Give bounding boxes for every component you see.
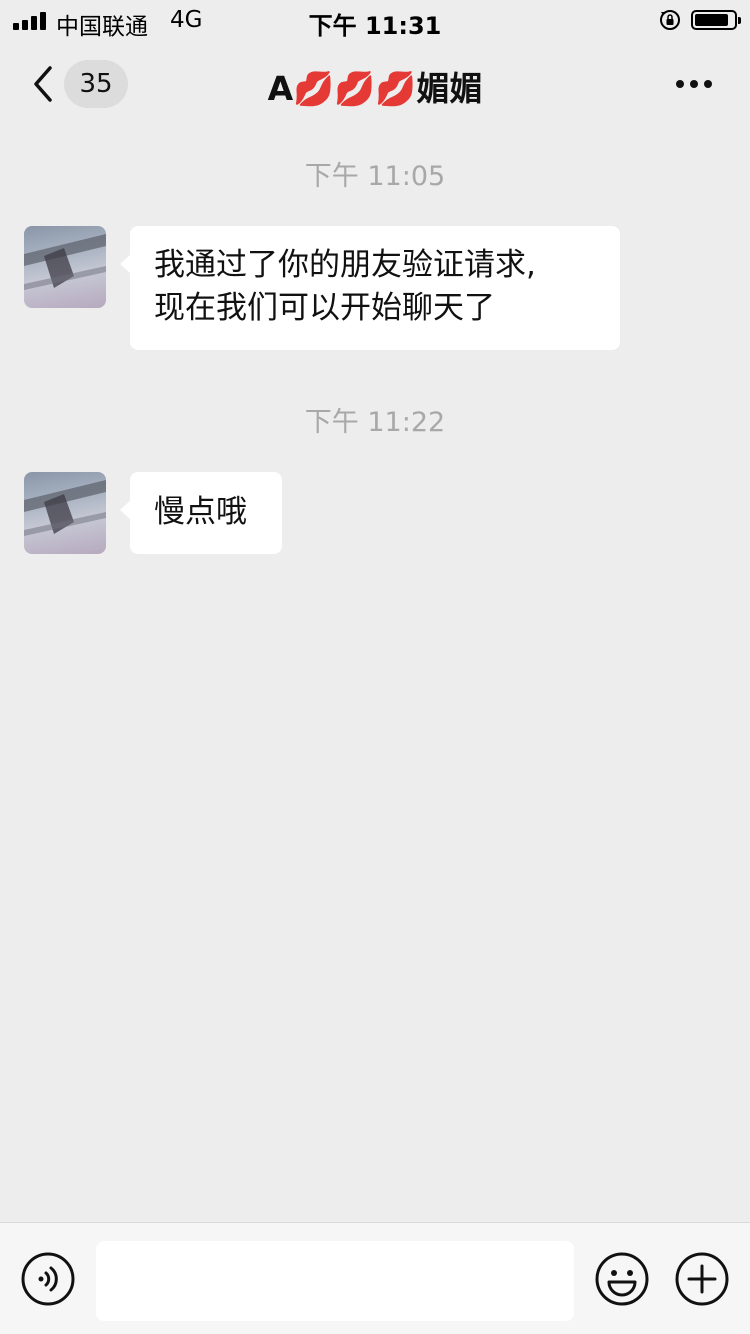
emoji-icon[interactable] — [594, 1251, 650, 1307]
message-input[interactable] — [96, 1241, 574, 1321]
message-timestamp: 下午 11:22 — [304, 407, 446, 438]
message-bubble[interactable]: 我通过了你的朋友验证请求, 现在我们可以开始聊天了 — [120, 226, 620, 350]
chevron-left-icon[interactable] — [28, 60, 58, 108]
nav-bar: 35 A💋💋💋媚媚 — [0, 40, 750, 128]
avatar[interactable] — [24, 472, 106, 554]
status-time: 下午 11:31 — [308, 12, 442, 40]
message-line: 慢点哦 — [154, 494, 247, 530]
message-line: 我通过了你的朋友验证请求, — [154, 247, 536, 283]
voice-icon[interactable] — [20, 1251, 76, 1307]
unread-count-badge[interactable]: 35 — [64, 60, 128, 108]
chat-screen: 中国联通 4G 下午 11:31 35 A💋💋💋媚媚 下午 11:05 我通过了… — [0, 0, 750, 1334]
message-line: 现在我们可以开始聊天了 — [154, 290, 495, 326]
status-bar: 中国联通 4G 下午 11:31 — [0, 0, 750, 40]
rotation-lock-icon — [660, 10, 680, 30]
input-bar — [0, 1222, 750, 1334]
avatar[interactable] — [24, 226, 106, 308]
message-timestamp: 下午 11:05 — [304, 161, 446, 192]
battery-icon — [691, 10, 741, 30]
plus-icon[interactable] — [674, 1251, 730, 1307]
message-bubble[interactable]: 慢点哦 — [120, 472, 282, 554]
more-dots-icon[interactable] — [670, 70, 718, 98]
chat-title: A💋💋💋媚媚 — [267, 69, 483, 108]
